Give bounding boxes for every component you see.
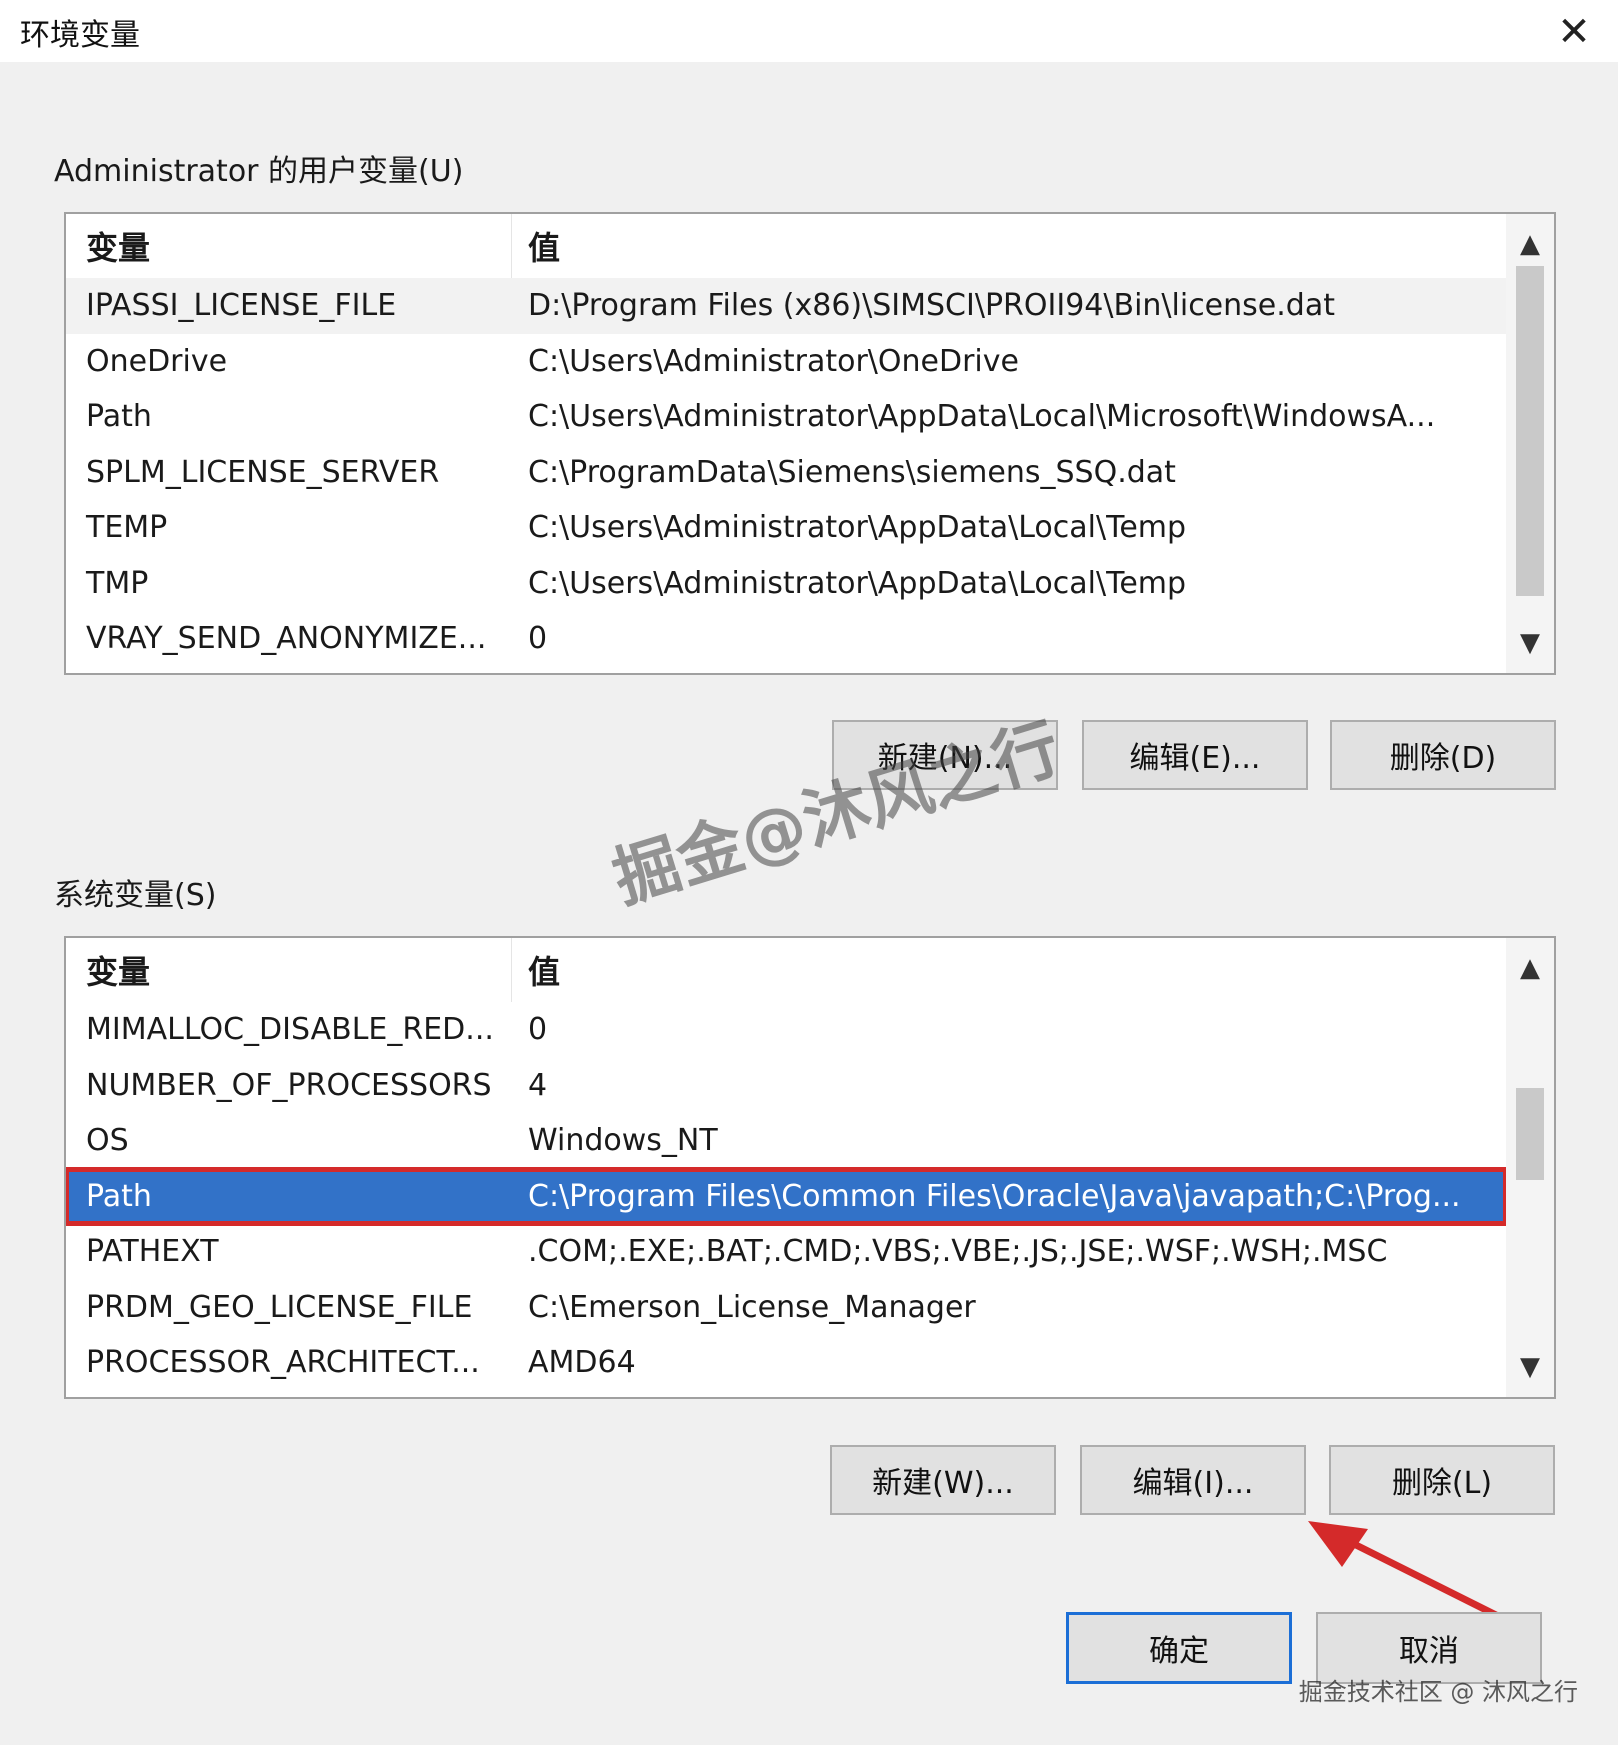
variable-name: Path	[86, 399, 152, 435]
user-new-button[interactable]: 新建(N)...	[832, 720, 1058, 790]
variable-name: OneDrive	[86, 343, 228, 379]
variable-value: Windows_NT	[528, 1123, 718, 1159]
variable-name: MIMALLOC_DISABLE_RED...	[86, 1012, 494, 1048]
table-row[interactable]: VRAY_SEND_ANONYMIZE... 0	[66, 611, 1506, 667]
variable-name: PROCESSOR_ARCHITECT...	[86, 1345, 480, 1381]
table-row[interactable]: IPASSI_LICENSE_FILE D:\Program Files (x8…	[66, 278, 1506, 334]
variable-value: 4	[528, 1067, 548, 1103]
table-row[interactable]: NUMBER_OF_PROCESSORS 4	[66, 1058, 1506, 1114]
variable-value: C:\Users\Administrator\OneDrive	[528, 343, 1019, 379]
table-row[interactable]: PROCESSOR_ARCHITECT... AMD64	[66, 1335, 1506, 1391]
close-icon[interactable]: ✕	[1550, 8, 1598, 56]
corner-watermark-text: 掘金技术社区 @ 沐风之行	[1298, 1678, 1578, 1706]
variable-name: IPASSI_LICENSE_FILE	[86, 288, 397, 324]
system-new-button[interactable]: 新建(W)...	[830, 1445, 1056, 1515]
user-edit-button[interactable]: 编辑(E)...	[1082, 720, 1308, 790]
table-row[interactable]: SPLM_LICENSE_SERVER C:\ProgramData\Sieme…	[66, 445, 1506, 501]
annotation-arrow-icon	[1308, 1521, 1504, 1621]
title-bar: 环境变量 ✕	[0, 0, 1618, 62]
column-header-value[interactable]: 值	[512, 938, 1506, 1002]
variable-value: C:\Users\Administrator\AppData\Local\Tem…	[528, 565, 1187, 601]
variable-value: .COM;.EXE;.BAT;.CMD;.VBS;.VBE;.JS;.JSE;.…	[528, 1234, 1388, 1270]
variable-name: NUMBER_OF_PROCESSORS	[86, 1067, 492, 1103]
table-row[interactable]: MIMALLOC_DISABLE_RED... 0	[66, 1002, 1506, 1058]
vertical-scrollbar[interactable]: ▲ ▼	[1506, 214, 1554, 673]
column-header-value[interactable]: 值	[512, 214, 1506, 278]
user-delete-button[interactable]: 删除(D)	[1330, 720, 1556, 790]
window-title: 环境变量	[20, 18, 140, 53]
ok-button[interactable]: 确定	[1066, 1612, 1292, 1684]
variable-name: OS	[86, 1123, 129, 1159]
variable-value: C:\Program Files\Common Files\Oracle\Jav…	[528, 1178, 1461, 1214]
table-row[interactable]: OS Windows_NT	[66, 1113, 1506, 1169]
chevron-down-icon[interactable]: ▼	[1506, 619, 1554, 667]
table-row[interactable]: TMP C:\Users\Administrator\AppData\Local…	[66, 556, 1506, 612]
variable-value: 0	[528, 621, 548, 657]
scrollbar-thumb[interactable]	[1516, 266, 1544, 596]
table-row[interactable]: PRDM_GEO_LICENSE_FILE C:\Emerson_License…	[66, 1280, 1506, 1336]
variable-name: PATHEXT	[86, 1234, 219, 1270]
variable-value: 0	[528, 1012, 548, 1048]
variable-value: C:\Emerson_License_Manager	[528, 1289, 976, 1325]
chevron-down-icon[interactable]: ▼	[1506, 1343, 1554, 1391]
vertical-scrollbar[interactable]: ▲ ▼	[1506, 938, 1554, 1397]
chevron-up-icon[interactable]: ▲	[1506, 220, 1554, 268]
chevron-up-icon[interactable]: ▲	[1506, 944, 1554, 992]
list-header: 变量 值	[66, 214, 1506, 278]
table-row[interactable]: OneDrive C:\Users\Administrator\OneDrive	[66, 334, 1506, 390]
environment-variables-dialog: 环境变量 ✕ Administrator 的用户变量(U) 变量 值 IPASS…	[0, 0, 1618, 1745]
column-header-variable[interactable]: 变量	[66, 938, 512, 1002]
table-row[interactable]: PATHEXT .COM;.EXE;.BAT;.CMD;.VBS;.VBE;.J…	[66, 1224, 1506, 1280]
variable-name: PRDM_GEO_LICENSE_FILE	[86, 1289, 473, 1325]
variable-name: Path	[86, 1178, 152, 1214]
table-row[interactable]: TEMP C:\Users\Administrator\AppData\Loca…	[66, 500, 1506, 556]
variable-name: SPLM_LICENSE_SERVER	[86, 454, 440, 490]
column-header-variable[interactable]: 变量	[66, 214, 512, 278]
variable-name: VRAY_SEND_ANONYMIZE...	[86, 621, 487, 657]
variable-value: C:\ProgramData\Siemens\siemens_SSQ.dat	[528, 454, 1176, 490]
user-variables-label: Administrator 的用户变量(U)	[54, 154, 464, 189]
variable-value: C:\Users\Administrator\AppData\Local\Tem…	[528, 510, 1187, 546]
variable-value: AMD64	[528, 1345, 636, 1381]
variable-name: TEMP	[86, 510, 168, 546]
list-header: 变量 值	[66, 938, 1506, 1002]
system-edit-button[interactable]: 编辑(I)...	[1080, 1445, 1306, 1515]
variable-value: C:\Users\Administrator\AppData\Local\Mic…	[528, 399, 1436, 435]
table-row[interactable]: Path C:\Users\Administrator\AppData\Loca…	[66, 389, 1506, 445]
variable-name: TMP	[86, 565, 149, 601]
system-variables-list[interactable]: 变量 值 MIMALLOC_DISABLE_RED... 0 NUMBER_OF…	[64, 936, 1556, 1399]
system-variables-label: 系统变量(S)	[54, 878, 217, 913]
scrollbar-thumb[interactable]	[1516, 1088, 1544, 1180]
system-delete-button[interactable]: 删除(L)	[1329, 1445, 1555, 1515]
variable-value: D:\Program Files (x86)\SIMSCI\PROII94\Bi…	[528, 288, 1335, 324]
table-row-selected-path[interactable]: Path C:\Program Files\Common Files\Oracl…	[66, 1166, 1508, 1226]
user-variables-list[interactable]: 变量 值 IPASSI_LICENSE_FILE D:\Program File…	[64, 212, 1556, 675]
